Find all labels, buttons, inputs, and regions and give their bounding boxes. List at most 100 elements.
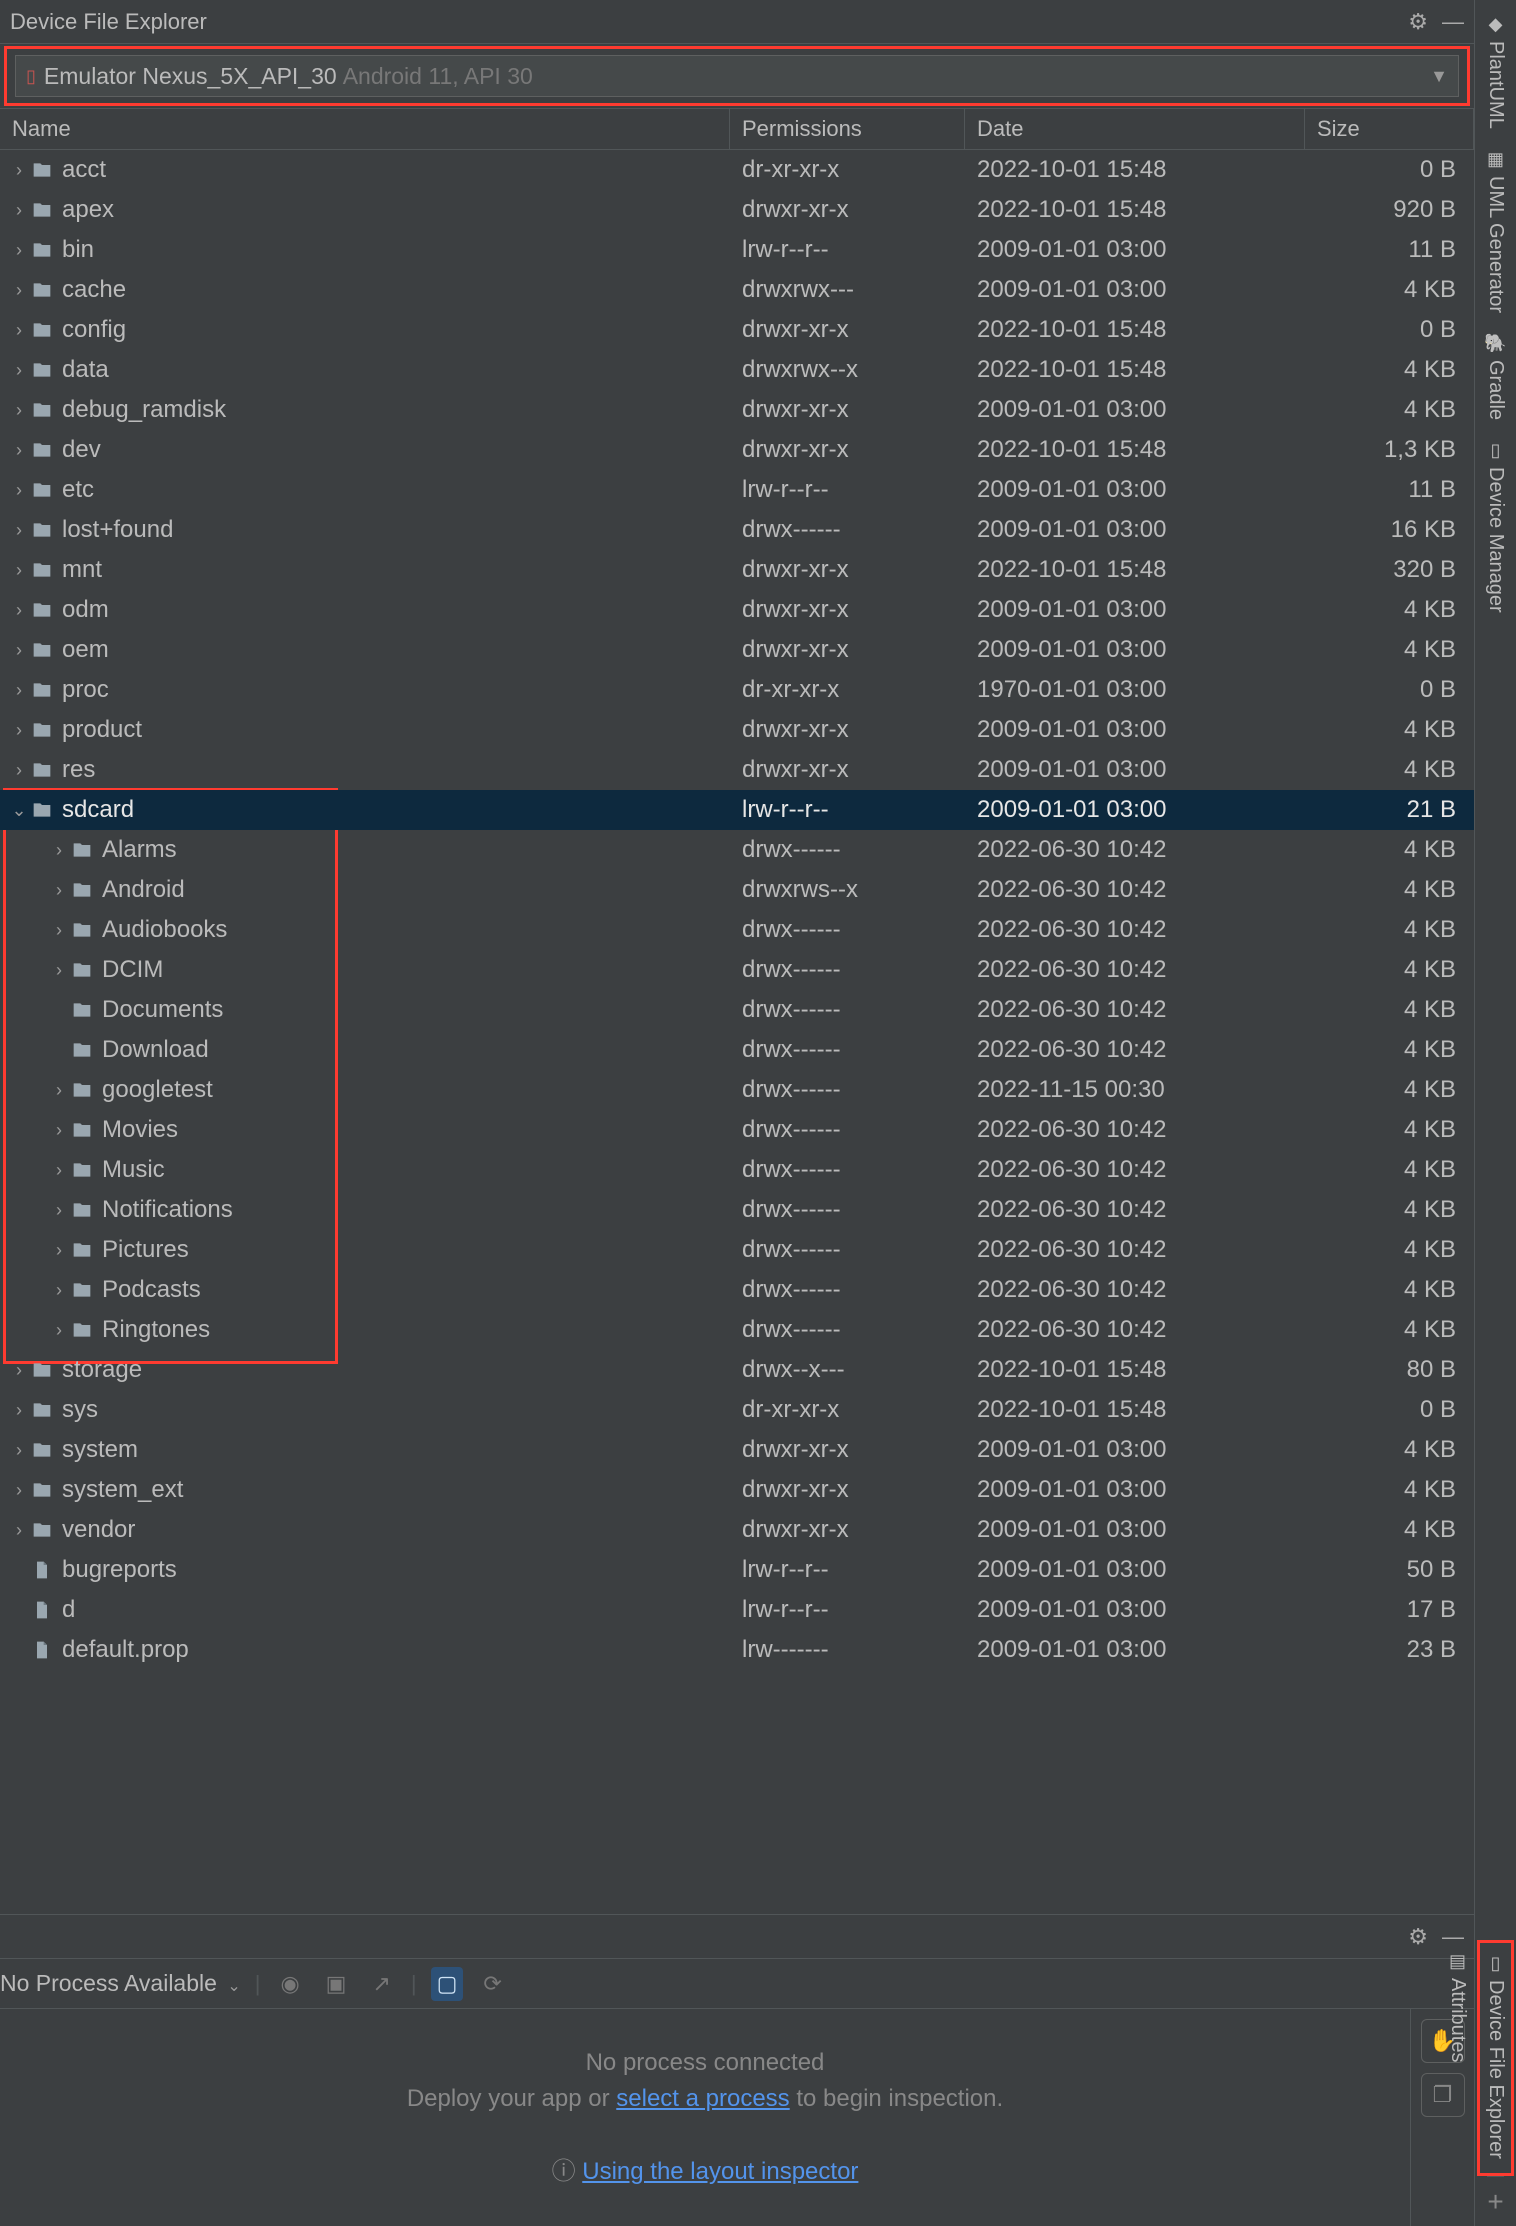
chevron-right-icon[interactable]: › [10, 241, 28, 259]
tree-row[interactable]: ›configdrwxr-xr-x2022-10-01 15:480 B [0, 310, 1474, 350]
chevron-right-icon[interactable]: › [10, 401, 28, 419]
tree-row[interactable]: ›systemdrwxr-xr-x2009-01-01 03:004 KB [0, 1430, 1474, 1470]
col-size[interactable]: Size [1305, 109, 1474, 149]
tree-row[interactable]: ›productdrwxr-xr-x2009-01-01 03:004 KB [0, 710, 1474, 750]
file-tree[interactable]: ›acctdr-xr-xr-x2022-10-01 15:480 B›apexd… [0, 150, 1474, 1914]
tab-attributes[interactable]: ▤Attributes [1442, 1943, 1473, 2070]
tree-row[interactable]: ›Alarmsdrwx------2022-06-30 10:424 KB [0, 830, 1474, 870]
eye-icon[interactable]: ◉ [274, 1967, 305, 2001]
tree-row[interactable]: ›dlrw-r--r--2009-01-01 03:0017 B [0, 1590, 1474, 1630]
col-perm[interactable]: Permissions [730, 109, 965, 149]
chevron-right-icon[interactable]: › [50, 841, 68, 859]
row-date: 2009-01-01 03:00 [965, 716, 1305, 744]
tree-row[interactable]: ›bugreportslrw-r--r--2009-01-01 03:0050 … [0, 1550, 1474, 1590]
select-process-link[interactable]: select a process [616, 2085, 789, 2112]
tree-row[interactable]: ›system_extdrwxr-xr-x2009-01-01 03:004 K… [0, 1470, 1474, 1510]
tree-row[interactable]: ›default.proplrw-------2009-01-01 03:002… [0, 1630, 1474, 1670]
process-select[interactable]: No Process Available ⌄ [0, 1970, 241, 1997]
chevron-right-icon[interactable]: › [50, 1281, 68, 1299]
tree-row[interactable]: ›etclrw-r--r--2009-01-01 03:0011 B [0, 470, 1474, 510]
tree-row[interactable]: ›acctdr-xr-xr-x2022-10-01 15:480 B [0, 150, 1474, 190]
tree-row[interactable]: ›Downloaddrwx------2022-06-30 10:424 KB [0, 1030, 1474, 1070]
tree-row[interactable]: ›vendordrwxr-xr-x2009-01-01 03:004 KB [0, 1510, 1474, 1550]
row-perm: drwx------ [730, 1196, 965, 1224]
layers-icon[interactable]: ❐ [1421, 2073, 1465, 2117]
col-date[interactable]: Date [965, 109, 1305, 149]
minimize-icon[interactable]: — [1442, 9, 1464, 35]
tree-row[interactable]: ›Ringtonesdrwx------2022-06-30 10:424 KB [0, 1310, 1474, 1350]
chevron-right-icon[interactable]: › [10, 161, 28, 179]
row-size: 320 B [1305, 556, 1474, 584]
tree-row[interactable]: ⌄sdcardlrw-r--r--2009-01-01 03:0021 B [0, 790, 1474, 830]
chevron-right-icon[interactable]: › [50, 1241, 68, 1259]
chevron-right-icon[interactable]: › [10, 441, 28, 459]
tree-row[interactable]: ›odmdrwxr-xr-x2009-01-01 03:004 KB [0, 590, 1474, 630]
chevron-right-icon[interactable]: › [10, 1521, 28, 1539]
tab-gradle[interactable]: 🐘Gradle [1480, 325, 1511, 428]
tree-row[interactable]: ›Audiobooksdrwx------2022-06-30 10:424 K… [0, 910, 1474, 950]
gear-icon[interactable]: ⚙ [1408, 1924, 1428, 1950]
chevron-right-icon[interactable]: › [10, 1401, 28, 1419]
overlay-icon[interactable]: ▣ [320, 1967, 353, 2001]
tree-row[interactable]: ›Androiddrwxrws--x2022-06-30 10:424 KB [0, 870, 1474, 910]
tree-row[interactable]: ›debug_ramdiskdrwxr-xr-x2009-01-01 03:00… [0, 390, 1474, 430]
chevron-right-icon[interactable]: › [10, 641, 28, 659]
chevron-down-icon[interactable]: ⌄ [10, 801, 28, 819]
chevron-right-icon[interactable]: › [10, 1441, 28, 1459]
tree-row[interactable]: ›storagedrwx--x---2022-10-01 15:4880 B [0, 1350, 1474, 1390]
tree-row[interactable]: ›DCIMdrwx------2022-06-30 10:424 KB [0, 950, 1474, 990]
export-icon[interactable]: ↗ [366, 1967, 396, 2001]
chevron-right-icon[interactable]: › [10, 481, 28, 499]
chevron-right-icon[interactable]: › [50, 1321, 68, 1339]
tree-row[interactable]: ›devdrwxr-xr-x2022-10-01 15:481,3 KB [0, 430, 1474, 470]
chevron-right-icon[interactable]: › [10, 1481, 28, 1499]
tree-row[interactable]: ›mntdrwxr-xr-x2022-10-01 15:48320 B [0, 550, 1474, 590]
tree-row[interactable]: ›Musicdrwx------2022-06-30 10:424 KB [0, 1150, 1474, 1190]
tree-row[interactable]: ›sysdr-xr-xr-x2022-10-01 15:480 B [0, 1390, 1474, 1430]
tree-row[interactable]: ›procdr-xr-xr-x1970-01-01 03:000 B [0, 670, 1474, 710]
chevron-right-icon[interactable]: › [50, 881, 68, 899]
chevron-right-icon[interactable]: › [10, 521, 28, 539]
chevron-right-icon[interactable]: › [10, 721, 28, 739]
tree-row[interactable]: ›datadrwxrwx--x2022-10-01 15:484 KB [0, 350, 1474, 390]
tree-row[interactable]: ›Documentsdrwx------2022-06-30 10:424 KB [0, 990, 1474, 1030]
tree-row[interactable]: ›lost+founddrwx------2009-01-01 03:0016 … [0, 510, 1474, 550]
chevron-right-icon[interactable]: › [10, 281, 28, 299]
chevron-right-icon[interactable]: › [10, 761, 28, 779]
chevron-right-icon[interactable]: › [10, 361, 28, 379]
tree-row[interactable]: ›googletestdrwx------2022-11-15 00:304 K… [0, 1070, 1474, 1110]
chevron-right-icon[interactable]: › [10, 201, 28, 219]
chevron-right-icon[interactable]: › [50, 1121, 68, 1139]
chevron-right-icon[interactable]: › [10, 1361, 28, 1379]
tab-uml-generator[interactable]: ▦UML Generator [1480, 141, 1511, 321]
chevron-right-icon[interactable]: › [50, 1201, 68, 1219]
tab-device-manager[interactable]: ▯Device Manager [1480, 432, 1511, 621]
chevron-right-icon[interactable]: › [10, 561, 28, 579]
device-select[interactable]: ▯ Emulator Nexus_5X_API_30 Android 11, A… [15, 55, 1459, 97]
tree-row[interactable]: ›oemdrwxr-xr-x2009-01-01 03:004 KB [0, 630, 1474, 670]
chevron-right-icon[interactable]: › [50, 961, 68, 979]
col-name[interactable]: Name [0, 109, 730, 149]
tree-row[interactable]: ›Moviesdrwx------2022-06-30 10:424 KB [0, 1110, 1474, 1150]
tree-row[interactable]: ›Notificationsdrwx------2022-06-30 10:42… [0, 1190, 1474, 1230]
titlebar: Device File Explorer ⚙ — [0, 0, 1474, 44]
tree-row[interactable]: ›resdrwxr-xr-x2009-01-01 03:004 KB [0, 750, 1474, 790]
tree-row[interactable]: ›Picturesdrwx------2022-06-30 10:424 KB [0, 1230, 1474, 1270]
refresh-icon[interactable]: ⟳ [477, 1967, 507, 2001]
gear-icon[interactable]: ⚙ [1408, 9, 1428, 35]
tab-device-file-explorer[interactable]: ▯Device File Explorer [1480, 1945, 1511, 2167]
device-frame-icon[interactable]: ▢ [431, 1967, 464, 2001]
tree-row[interactable]: ›apexdrwxr-xr-x2022-10-01 15:48920 B [0, 190, 1474, 230]
add-tool-window-icon[interactable]: + [1487, 2176, 1503, 2226]
help-link[interactable]: Using the layout inspector [582, 2158, 858, 2185]
chevron-right-icon[interactable]: › [10, 601, 28, 619]
chevron-right-icon[interactable]: › [10, 321, 28, 339]
tree-row[interactable]: ›binlrw-r--r--2009-01-01 03:0011 B [0, 230, 1474, 270]
chevron-right-icon[interactable]: › [50, 1081, 68, 1099]
tab-plantuml[interactable]: ◆PlantUML [1480, 6, 1511, 137]
chevron-right-icon[interactable]: › [50, 921, 68, 939]
chevron-right-icon[interactable]: › [50, 1161, 68, 1179]
tree-row[interactable]: ›cachedrwxrwx---2009-01-01 03:004 KB [0, 270, 1474, 310]
chevron-right-icon[interactable]: › [10, 681, 28, 699]
tree-row[interactable]: ›Podcastsdrwx------2022-06-30 10:424 KB [0, 1270, 1474, 1310]
